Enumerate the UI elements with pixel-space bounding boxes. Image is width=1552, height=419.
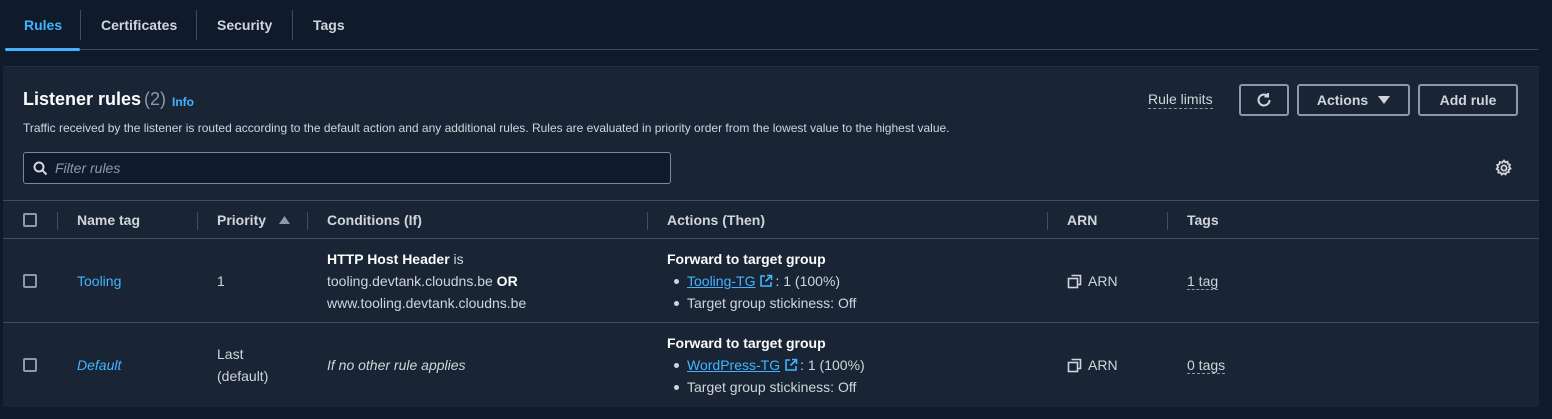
target-weight: : 1 (100%): [800, 357, 865, 373]
rule-count: (2): [144, 89, 167, 109]
tags-popover-trigger[interactable]: 1 tag: [1187, 273, 1219, 290]
refresh-icon: [1257, 93, 1271, 107]
target-group-link[interactable]: Tooling-TG: [687, 273, 755, 289]
priority-header-label: Priority: [217, 212, 267, 228]
rule-actions: Forward to target group WordPress-TG : 1 …: [667, 332, 865, 398]
priority-line: Last: [217, 346, 244, 362]
arn-copy[interactable]: ARN: [1067, 354, 1118, 376]
rule-actions: Forward to target group Tooling-TG : 1 (1…: [667, 248, 856, 314]
arn-label: ARN: [1088, 357, 1118, 373]
info-link[interactable]: Info: [172, 95, 194, 109]
row-checkbox[interactable]: [23, 274, 37, 288]
filter-rules-input[interactable]: [55, 160, 655, 176]
rule-tags[interactable]: 1 tag: [1187, 270, 1219, 292]
rule-conditions: HTTP Host Header is tooling.devtank.clou…: [327, 248, 526, 314]
target-group-item: WordPress-TG : 1 (100%): [667, 354, 865, 376]
panel-title-text: Listener rules: [23, 89, 142, 109]
condition-or: OR: [492, 273, 518, 289]
action-details: Tooling-TG : 1 (100%) Target group sticki…: [667, 270, 856, 314]
table-row: Tooling 1 HTTP Host Header is tooling.de…: [3, 239, 1539, 323]
filter-rules-field[interactable]: [23, 152, 671, 184]
column-header-name-tag[interactable]: Name tag: [77, 201, 140, 239]
actions-dropdown-button[interactable]: Actions: [1297, 84, 1410, 116]
row-checkbox[interactable]: [23, 358, 37, 372]
column-header-arn[interactable]: ARN: [1067, 201, 1097, 239]
tab-security[interactable]: Security: [197, 0, 292, 50]
column-header-actions[interactable]: Actions (Then): [667, 201, 765, 239]
add-rule-button[interactable]: Add rule: [1418, 84, 1518, 116]
tab-bar-area: Rules Certificates Security Tags: [0, 0, 1552, 60]
rule-name-link[interactable]: Default: [77, 354, 121, 376]
column-separator: [1047, 212, 1048, 230]
copy-icon: [1067, 274, 1082, 289]
gear-icon: [1495, 159, 1512, 176]
action-title: Forward to target group: [667, 335, 826, 351]
tab-certificates[interactable]: Certificates: [81, 0, 196, 50]
stickiness-item: Target group stickiness: Off: [667, 292, 856, 314]
arn-copy[interactable]: ARN: [1067, 270, 1118, 292]
external-link-icon[interactable]: [759, 274, 773, 288]
select-all-checkbox[interactable]: [23, 213, 37, 227]
rule-limits-link[interactable]: Rule limits: [1148, 91, 1213, 109]
condition-value: tooling.devtank.cloudns.be: [327, 273, 493, 289]
tab-rules[interactable]: Rules: [5, 0, 80, 51]
condition-value: www.tooling.devtank.cloudns.be: [327, 295, 527, 311]
condition-is: is: [449, 251, 464, 267]
settings-button[interactable]: [1495, 159, 1513, 182]
rule-priority: 1: [217, 273, 225, 289]
rules-table: Name tag Priority Conditions (If) Action…: [3, 200, 1539, 407]
panel-description: Traffic received by the listener is rout…: [23, 121, 950, 135]
rule-conditions: If no other rule applies: [327, 357, 466, 373]
column-header-tags[interactable]: Tags: [1187, 201, 1219, 239]
page-bottom-margin: [0, 407, 1552, 419]
target-group-link[interactable]: WordPress-TG: [687, 357, 780, 373]
tab-tags[interactable]: Tags: [293, 0, 365, 50]
rule-tags[interactable]: 0 tags: [1187, 354, 1226, 376]
column-header-conditions[interactable]: Conditions (If): [327, 201, 422, 239]
table-row: Default Last (default) If no other rule …: [3, 323, 1539, 407]
rule-name[interactable]: Default: [77, 357, 121, 373]
action-details: WordPress-TG : 1 (100%) Target group stic…: [667, 354, 865, 398]
column-separator: [1167, 212, 1168, 230]
caret-down-icon: [1378, 96, 1391, 104]
column-separator: [647, 212, 648, 230]
search-icon: [33, 161, 48, 175]
rule-name[interactable]: Tooling: [77, 273, 121, 289]
column-separator: [57, 212, 58, 230]
listener-rules-panel: Listener rules (2) Info Traffic received …: [3, 66, 1539, 407]
sort-ascending-icon: [279, 216, 291, 224]
action-title: Forward to target group: [667, 251, 826, 267]
target-weight: : 1 (100%): [775, 273, 841, 289]
stickiness-item: Target group stickiness: Off: [667, 376, 865, 398]
table-header: Name tag Priority Conditions (If) Action…: [3, 200, 1539, 239]
tab-bar: Rules Certificates Security Tags: [5, 0, 1538, 51]
arn-label: ARN: [1088, 273, 1118, 289]
copy-icon: [1067, 358, 1082, 373]
column-separator: [307, 212, 308, 230]
actions-label: Actions: [1316, 92, 1369, 108]
target-group-item: Tooling-TG : 1 (100%): [667, 270, 856, 292]
column-header-priority[interactable]: Priority: [217, 201, 291, 239]
rule-priority: Last (default): [217, 343, 268, 387]
external-link-icon[interactable]: [784, 358, 798, 372]
condition-header: HTTP Host Header: [327, 251, 450, 267]
column-separator: [197, 212, 198, 230]
tags-popover-trigger[interactable]: 0 tags: [1187, 357, 1226, 374]
panel-title: Listener rules (2): [23, 89, 166, 110]
priority-line: (default): [217, 368, 269, 384]
rule-name-link[interactable]: Tooling: [77, 270, 121, 292]
refresh-button[interactable]: [1239, 84, 1289, 116]
